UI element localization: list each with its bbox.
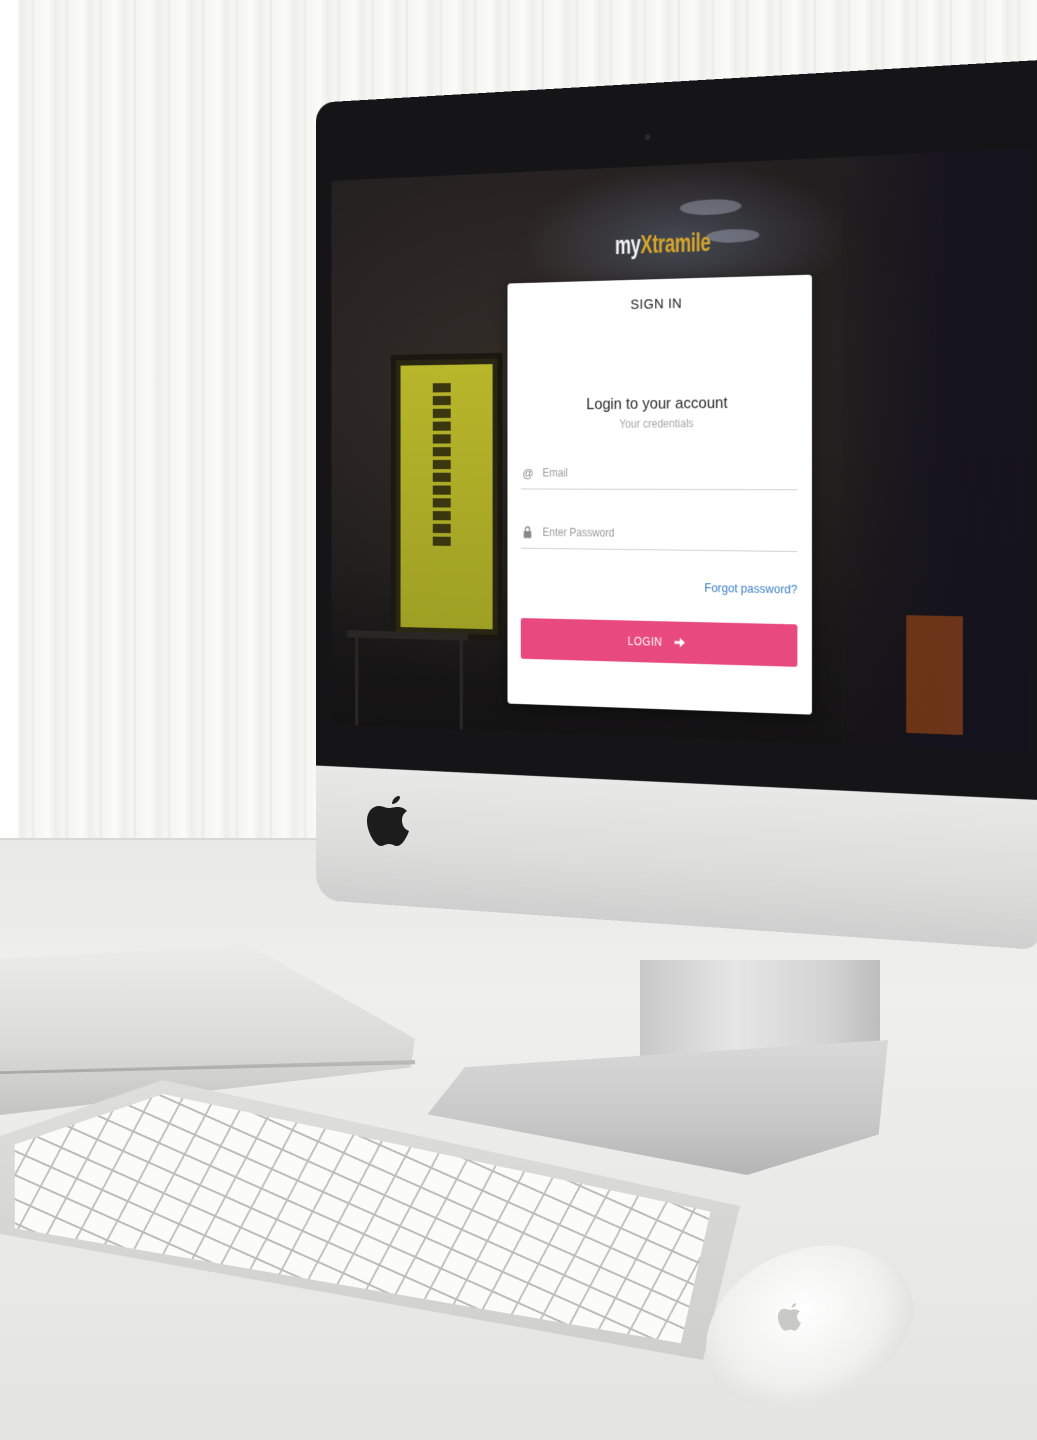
login-heading: Login to your account — [586, 393, 728, 413]
login-card: SIGN IN Login to your account Your crede… — [507, 274, 812, 715]
login-button-label: LOGIN — [627, 634, 663, 649]
email-field: @ — [520, 456, 798, 491]
email-input[interactable] — [542, 462, 787, 484]
login-button[interactable]: LOGIN — [520, 618, 798, 667]
at-sign-icon: @ — [522, 466, 534, 481]
logo-brand: Xtramile — [640, 228, 711, 259]
imac-bezel: myXtramile SIGN IN Login to your account… — [315, 60, 1037, 800]
password-input[interactable] — [542, 521, 787, 546]
arrow-right-icon — [674, 637, 685, 648]
apple-logo-icon — [777, 1303, 801, 1331]
imac-display: myXtramile SIGN IN Login to your account… — [315, 60, 1037, 950]
password-field — [520, 516, 798, 553]
apple-logo-icon — [367, 796, 409, 846]
card-title: SIGN IN — [630, 295, 683, 313]
login-subheading: Your credentials — [619, 416, 694, 431]
camera-dot — [644, 134, 651, 140]
photo-scene: myXtramile SIGN IN Login to your account… — [0, 0, 1037, 1440]
background-chair — [906, 615, 963, 736]
lock-icon — [523, 526, 531, 539]
background-poster — [390, 352, 503, 641]
forgot-password-link[interactable]: Forgot password? — [704, 580, 797, 596]
imac-screen: myXtramile SIGN IN Login to your account… — [331, 148, 1031, 753]
logo-prefix: my — [614, 230, 641, 260]
